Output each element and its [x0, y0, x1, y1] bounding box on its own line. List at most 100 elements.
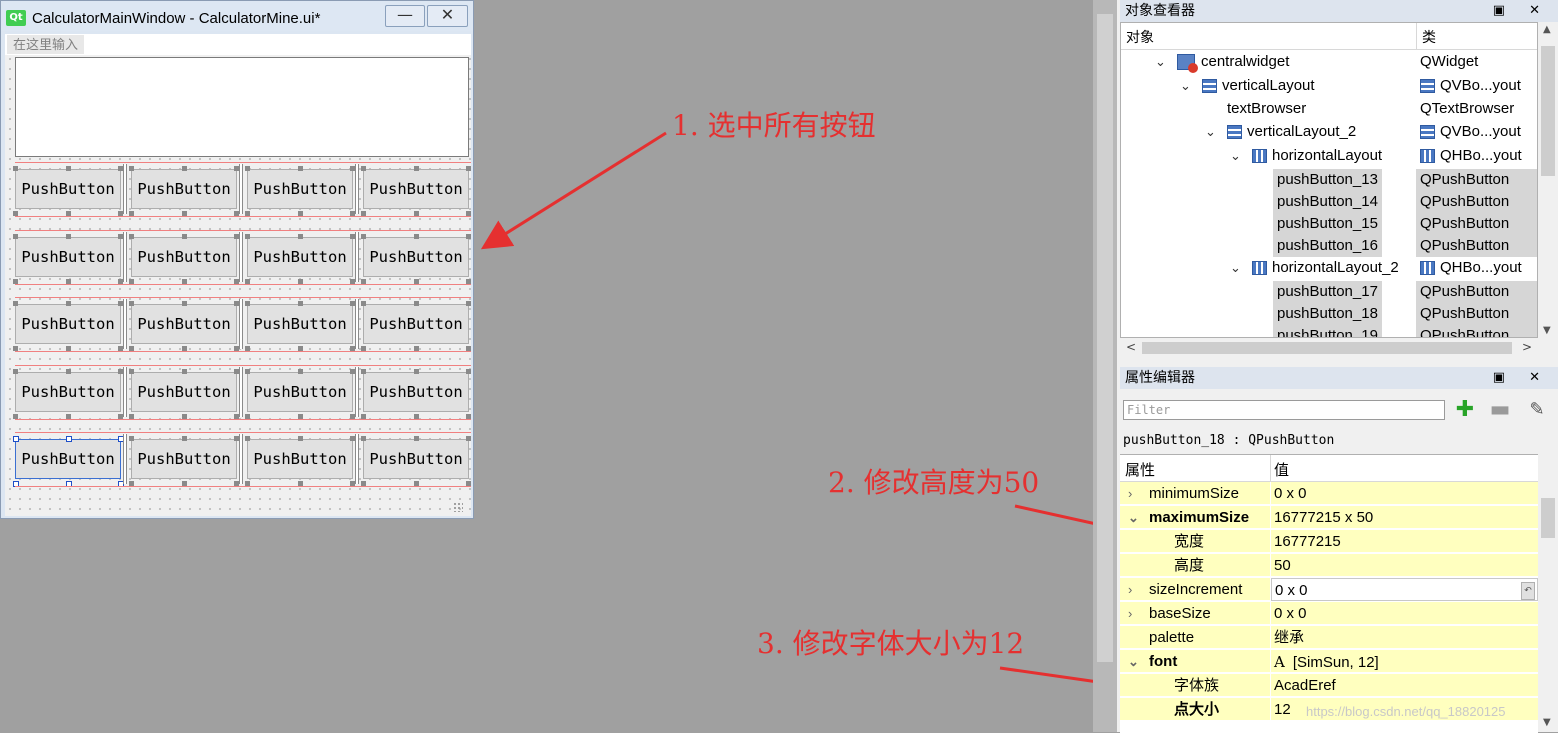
scroll-down-icon[interactable]: ▼: [1543, 325, 1551, 336]
menu-type-here-placeholder[interactable]: 在这里输入: [7, 35, 85, 54]
selection-handle[interactable]: [466, 234, 471, 239]
property-row[interactable]: palette 继承: [1120, 626, 1538, 650]
scroll-right-icon[interactable]: >: [1522, 340, 1532, 354]
selection-handle[interactable]: [182, 436, 187, 441]
selection-handle[interactable]: [298, 301, 303, 306]
tree-item-pushbutton_13[interactable]: pushButton_13 QPushButton: [1121, 169, 1537, 191]
column-header-property[interactable]: 属性: [1125, 459, 1155, 480]
object-inspector-title-bar[interactable]: 对象查看器 ▣ ✕: [1120, 0, 1558, 22]
selection-handle[interactable]: [182, 234, 187, 239]
selection-handle[interactable]: [414, 301, 419, 306]
property-table[interactable]: 属性 值 › minimumSize 0 x 0 ⌄ maximumSize 167772…: [1120, 454, 1538, 733]
expand-chevron-icon[interactable]: ⌄: [1155, 51, 1166, 73]
push-button[interactable]: PushButton: [131, 439, 237, 479]
property-filter-input[interactable]: Filter: [1123, 400, 1445, 420]
selection-handle[interactable]: [66, 166, 71, 171]
form-canvas[interactable]: 在这里输入 PushButton PushButton PushButton Push…: [5, 34, 471, 516]
selection-handle[interactable]: [245, 301, 250, 306]
column-header-class[interactable]: 类: [1422, 27, 1436, 47]
selection-handle[interactable]: [13, 436, 19, 442]
property-value[interactable]: 16777215: [1271, 530, 1538, 553]
selection-handle[interactable]: [245, 166, 250, 171]
selection-handle[interactable]: [13, 166, 18, 171]
scroll-thumb-horizontal[interactable]: [1142, 342, 1512, 354]
selection-handle[interactable]: [361, 301, 366, 306]
selection-handle[interactable]: [129, 369, 134, 374]
selection-handle[interactable]: [245, 234, 250, 239]
push-button[interactable]: PushButton: [247, 304, 353, 344]
close-button[interactable]: ✕: [427, 5, 468, 27]
selection-handle[interactable]: [466, 436, 471, 441]
selection-handle[interactable]: [414, 166, 419, 171]
dock-float-close-icons[interactable]: ▣ ✕: [1493, 0, 1550, 22]
property-row[interactable]: 宽度 16777215: [1120, 530, 1538, 554]
selection-handle[interactable]: [66, 301, 71, 306]
selection-handle[interactable]: [361, 436, 366, 441]
selection-handle[interactable]: [361, 369, 366, 374]
tree-item-pushbutton_16[interactable]: pushButton_16 QPushButton: [1121, 235, 1537, 257]
property-row[interactable]: › minimumSize 0 x 0: [1120, 482, 1538, 506]
chevron-down-icon[interactable]: ⌄: [1128, 506, 1139, 530]
property-row[interactable]: › baseSize 0 x 0: [1120, 602, 1538, 626]
selection-handle[interactable]: [66, 369, 71, 374]
push-button[interactable]: PushButton: [363, 169, 469, 209]
tree-item-verticallayout[interactable]: ⌄ verticalLayout QVBo...yout: [1121, 75, 1537, 97]
configure-wrench-icon[interactable]: ✎: [1524, 398, 1550, 422]
chevron-right-icon[interactable]: ›: [1128, 578, 1132, 602]
selection-handle[interactable]: [361, 234, 366, 239]
push-button[interactable]: PushButton: [247, 169, 353, 209]
dock-float-close-icons[interactable]: ▣ ✕: [1493, 367, 1550, 389]
push-button[interactable]: PushButton: [15, 439, 121, 479]
push-button[interactable]: PushButton: [15, 169, 121, 209]
selection-handle[interactable]: [466, 369, 471, 374]
expand-chevron-icon[interactable]: ⌄: [1230, 145, 1241, 167]
scroll-left-icon[interactable]: <: [1126, 340, 1136, 354]
expand-chevron-icon[interactable]: ⌄: [1205, 121, 1216, 143]
selection-handle[interactable]: [13, 369, 18, 374]
reset-property-icon[interactable]: ↶: [1521, 582, 1535, 600]
expand-chevron-icon[interactable]: ⌄: [1230, 257, 1241, 279]
tree-item-horizontallayout_2[interactable]: ⌄ horizontalLayout_2 QHBo...yout: [1121, 257, 1537, 279]
selection-handle[interactable]: [298, 234, 303, 239]
selection-handle[interactable]: [182, 369, 187, 374]
chevron-right-icon[interactable]: ›: [1128, 482, 1132, 506]
column-header-object[interactable]: 对象: [1126, 27, 1154, 47]
form-menubar[interactable]: 在这里输入: [5, 34, 471, 55]
tree-item-pushbutton_17[interactable]: pushButton_17 QPushButton: [1121, 281, 1537, 303]
selection-handle[interactable]: [245, 436, 250, 441]
tree-item-pushbutton_15[interactable]: pushButton_15 QPushButton: [1121, 213, 1537, 235]
property-value[interactable]: AcadEref: [1271, 674, 1538, 697]
selection-handle[interactable]: [13, 234, 18, 239]
property-row[interactable]: › sizeIncrement 0 x 0 ↶: [1120, 578, 1538, 602]
push-button[interactable]: PushButton: [363, 237, 469, 277]
property-value[interactable]: 50: [1271, 554, 1538, 577]
tree-item-pushbutton_14[interactable]: pushButton_14 QPushButton: [1121, 191, 1537, 213]
selection-handle[interactable]: [129, 436, 134, 441]
push-button[interactable]: PushButton: [131, 372, 237, 412]
property-row[interactable]: 字体族 AcadEref: [1120, 674, 1538, 698]
tree-item-centralwidget[interactable]: ⌄ centralwidget QWidget: [1121, 51, 1537, 74]
object-tree-vertical-scrollbar[interactable]: ▲ ▼: [1538, 22, 1558, 338]
property-row[interactable]: ⌄ maximumSize 16777215 x 50: [1120, 506, 1538, 530]
tree-item-pushbutton_19[interactable]: pushButton_19 QPushButton: [1121, 325, 1537, 337]
tree-item-verticallayout_2[interactable]: ⌄ verticalLayout_2 QVBo...yout: [1121, 121, 1537, 143]
push-button[interactable]: PushButton: [363, 304, 469, 344]
property-row[interactable]: 高度 50: [1120, 554, 1538, 578]
add-dynamic-property-icon[interactable]: ✚: [1452, 398, 1478, 422]
property-editor-title-bar[interactable]: 属性编辑器 ▣ ✕: [1120, 367, 1558, 389]
property-value[interactable]: 16777215 x 50: [1271, 506, 1538, 529]
property-value[interactable]: 0 x 0: [1271, 482, 1538, 505]
push-button[interactable]: PushButton: [15, 237, 121, 277]
property-value[interactable]: 0 x 0 ↶: [1271, 578, 1538, 601]
form-titlebar[interactable]: Qt CalculatorMainWindow - CalculatorMine…: [1, 1, 473, 31]
push-button[interactable]: PushButton: [363, 439, 469, 479]
selection-handle[interactable]: [298, 436, 303, 441]
selection-handle[interactable]: [182, 301, 187, 306]
expand-chevron-icon[interactable]: ⌄: [1180, 75, 1191, 97]
tree-item-textbrowser[interactable]: textBrowser QTextBrowser: [1121, 98, 1537, 120]
push-button[interactable]: PushButton: [247, 237, 353, 277]
selection-handle[interactable]: [129, 301, 134, 306]
property-table-vertical-scrollbar[interactable]: ▼: [1538, 454, 1558, 732]
push-button[interactable]: PushButton: [15, 372, 121, 412]
scroll-up-icon[interactable]: ▲: [1543, 24, 1551, 35]
